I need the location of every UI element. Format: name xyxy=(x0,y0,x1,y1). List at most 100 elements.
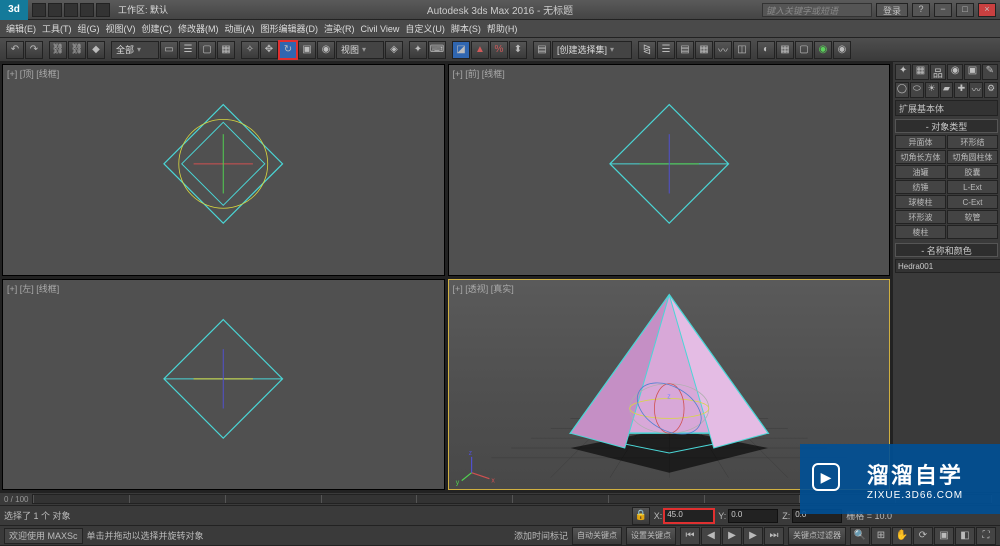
save-icon[interactable] xyxy=(64,3,78,17)
render-iterative-button[interactable]: ◉ xyxy=(833,41,851,59)
undo-icon[interactable] xyxy=(80,3,94,17)
viewport-left[interactable]: [+] [左] [线框] xyxy=(2,279,445,491)
menu-customize[interactable]: 自定义(U) xyxy=(405,22,445,35)
scale-button[interactable]: ▣ xyxy=(298,41,316,59)
add-time-tag[interactable]: 添加时间标记 xyxy=(514,529,568,542)
coord-x-input[interactable]: 45.0 xyxy=(664,509,714,523)
cat-space-icon[interactable]: 〰 xyxy=(969,82,983,98)
type-chamferbox[interactable]: 切角长方体 xyxy=(895,150,946,164)
login-button[interactable]: 登录 xyxy=(876,3,908,17)
ref-coord-dropdown[interactable]: 视图 xyxy=(336,41,384,59)
type-cext[interactable]: C-Ext xyxy=(947,195,998,209)
move-button[interactable]: ✥ xyxy=(260,41,278,59)
key-filters-button[interactable]: 关键点过滤器 xyxy=(788,527,846,545)
menu-civil[interactable]: Civil View xyxy=(361,24,400,34)
viewport-front[interactable]: [+] [前] [线框] xyxy=(448,64,891,276)
curve-editor-button[interactable]: 〰 xyxy=(714,41,732,59)
menu-tools[interactable]: 工具(T) xyxy=(42,22,72,35)
coord-y-input[interactable]: 0.0 xyxy=(728,509,778,523)
menu-edit[interactable]: 编辑(E) xyxy=(6,22,36,35)
menu-view[interactable]: 视图(V) xyxy=(106,22,136,35)
type-hose[interactable]: 软管 xyxy=(947,210,998,224)
max-toggle-icon[interactable]: ⛶ xyxy=(976,527,996,545)
edit-selection-sets-button[interactable]: ▤ xyxy=(533,41,551,59)
cat-lights-icon[interactable]: ☀ xyxy=(925,82,939,98)
type-capsule[interactable]: 胶囊 xyxy=(947,165,998,179)
viewport-persp-label[interactable]: [+] [透视] [真实] xyxy=(453,282,514,295)
bind-button[interactable]: ◆ xyxy=(87,41,105,59)
lock-icon[interactable]: 🔒 xyxy=(632,507,650,525)
rotate-button[interactable]: ↻ xyxy=(279,41,297,59)
tab-modify[interactable]: ▦ xyxy=(912,64,928,80)
redo-button[interactable]: ↷ xyxy=(25,41,43,59)
link-button[interactable]: ⛓ xyxy=(49,41,67,59)
manipulate-button[interactable]: ✦ xyxy=(409,41,427,59)
play-button[interactable]: ▶ xyxy=(722,527,742,545)
maxscript-listener[interactable]: 欢迎使用 MAXSc xyxy=(4,528,83,544)
type-lext[interactable]: L-Ext xyxy=(947,180,998,194)
viewport-top-label[interactable]: [+] [顶] [线框] xyxy=(7,67,59,80)
keyboard-button[interactable]: ⌨ xyxy=(428,41,446,59)
menu-graph[interactable]: 图形编辑器(D) xyxy=(261,22,319,35)
goto-end-button[interactable]: ⏭ xyxy=(764,527,784,545)
help-search-input[interactable]: 键入关键字或短语 xyxy=(762,3,872,17)
angle-snap-button[interactable]: ▲ xyxy=(471,41,489,59)
menu-script[interactable]: 脚本(S) xyxy=(451,22,481,35)
auto-key-button[interactable]: 自动关键点 xyxy=(572,527,622,545)
type-oiltank[interactable]: 油罐 xyxy=(895,165,946,179)
next-frame-button[interactable]: ▶ xyxy=(743,527,763,545)
tab-utilities[interactable]: ✎ xyxy=(982,64,998,80)
workspace-label[interactable]: 工作区: 默认 xyxy=(118,3,168,16)
object-name-input[interactable] xyxy=(895,259,1000,273)
menu-help[interactable]: 帮助(H) xyxy=(487,22,518,35)
render-setup-button[interactable]: ▦ xyxy=(776,41,794,59)
ribbon-button[interactable]: ▦ xyxy=(695,41,713,59)
unlink-button[interactable]: ⛓ xyxy=(68,41,86,59)
menu-group[interactable]: 组(G) xyxy=(78,22,100,35)
set-key-button[interactable]: 设置关键点 xyxy=(626,527,676,545)
type-hedra[interactable]: 异面体 xyxy=(895,135,946,149)
orbit-icon[interactable]: ⟳ xyxy=(913,527,933,545)
pivot-button[interactable]: ◈ xyxy=(385,41,403,59)
menu-animation[interactable]: 动画(A) xyxy=(225,22,255,35)
viewport-left-label[interactable]: [+] [左] [线框] xyxy=(7,282,59,295)
cat-geometry-icon[interactable]: ◯ xyxy=(895,82,909,98)
minimize-button[interactable]: − xyxy=(934,3,952,17)
redo-icon[interactable] xyxy=(96,3,110,17)
menu-render[interactable]: 渲染(R) xyxy=(324,22,355,35)
align-button[interactable]: ☰ xyxy=(657,41,675,59)
snap-toggle-button[interactable]: ◪ xyxy=(452,41,470,59)
app-logo[interactable]: 3d xyxy=(0,0,28,20)
undo-button[interactable]: ↶ xyxy=(6,41,24,59)
new-icon[interactable] xyxy=(32,3,46,17)
create-subcategory-dropdown[interactable]: 扩展基本体 xyxy=(895,100,998,116)
selection-set-dropdown[interactable]: [创建选择集] xyxy=(552,41,632,59)
menu-create[interactable]: 创建(C) xyxy=(142,22,173,35)
help-icon[interactable]: ? xyxy=(912,3,930,17)
material-editor-button[interactable]: ◐ xyxy=(757,41,775,59)
type-ringwave[interactable]: 环形波 xyxy=(895,210,946,224)
select-name-button[interactable]: ☰ xyxy=(179,41,197,59)
open-icon[interactable] xyxy=(48,3,62,17)
select-button[interactable]: ▭ xyxy=(160,41,178,59)
select-region-button[interactable]: ▢ xyxy=(198,41,216,59)
cat-systems-icon[interactable]: ⚙ xyxy=(984,82,998,98)
tab-motion[interactable]: ◉ xyxy=(947,64,963,80)
tab-display[interactable]: ▣ xyxy=(964,64,980,80)
zoom-icon[interactable]: 🔍 xyxy=(850,527,870,545)
cat-helpers-icon[interactable]: ✚ xyxy=(954,82,968,98)
maximize-button[interactable]: □ xyxy=(956,3,974,17)
fov-icon[interactable]: ◧ xyxy=(955,527,975,545)
placement-button[interactable]: ◉ xyxy=(317,41,335,59)
type-spindle[interactable]: 纺锤 xyxy=(895,180,946,194)
percent-snap-button[interactable]: % xyxy=(490,41,508,59)
type-prism[interactable]: 棱柱 xyxy=(895,225,946,239)
rollout-name-color[interactable]: - 名称和颜色 xyxy=(895,243,998,257)
zoom-ext-icon[interactable]: ▣ xyxy=(934,527,954,545)
cat-cameras-icon[interactable]: ▰ xyxy=(940,82,954,98)
viewport-top[interactable]: [+] [顶] [线框] xyxy=(2,64,445,276)
type-torus-knot[interactable]: 环形结 xyxy=(947,135,998,149)
mirror-button[interactable]: ⧎ xyxy=(638,41,656,59)
type-chamfercyl[interactable]: 切角圆柱体 xyxy=(947,150,998,164)
close-button[interactable]: × xyxy=(978,3,996,17)
